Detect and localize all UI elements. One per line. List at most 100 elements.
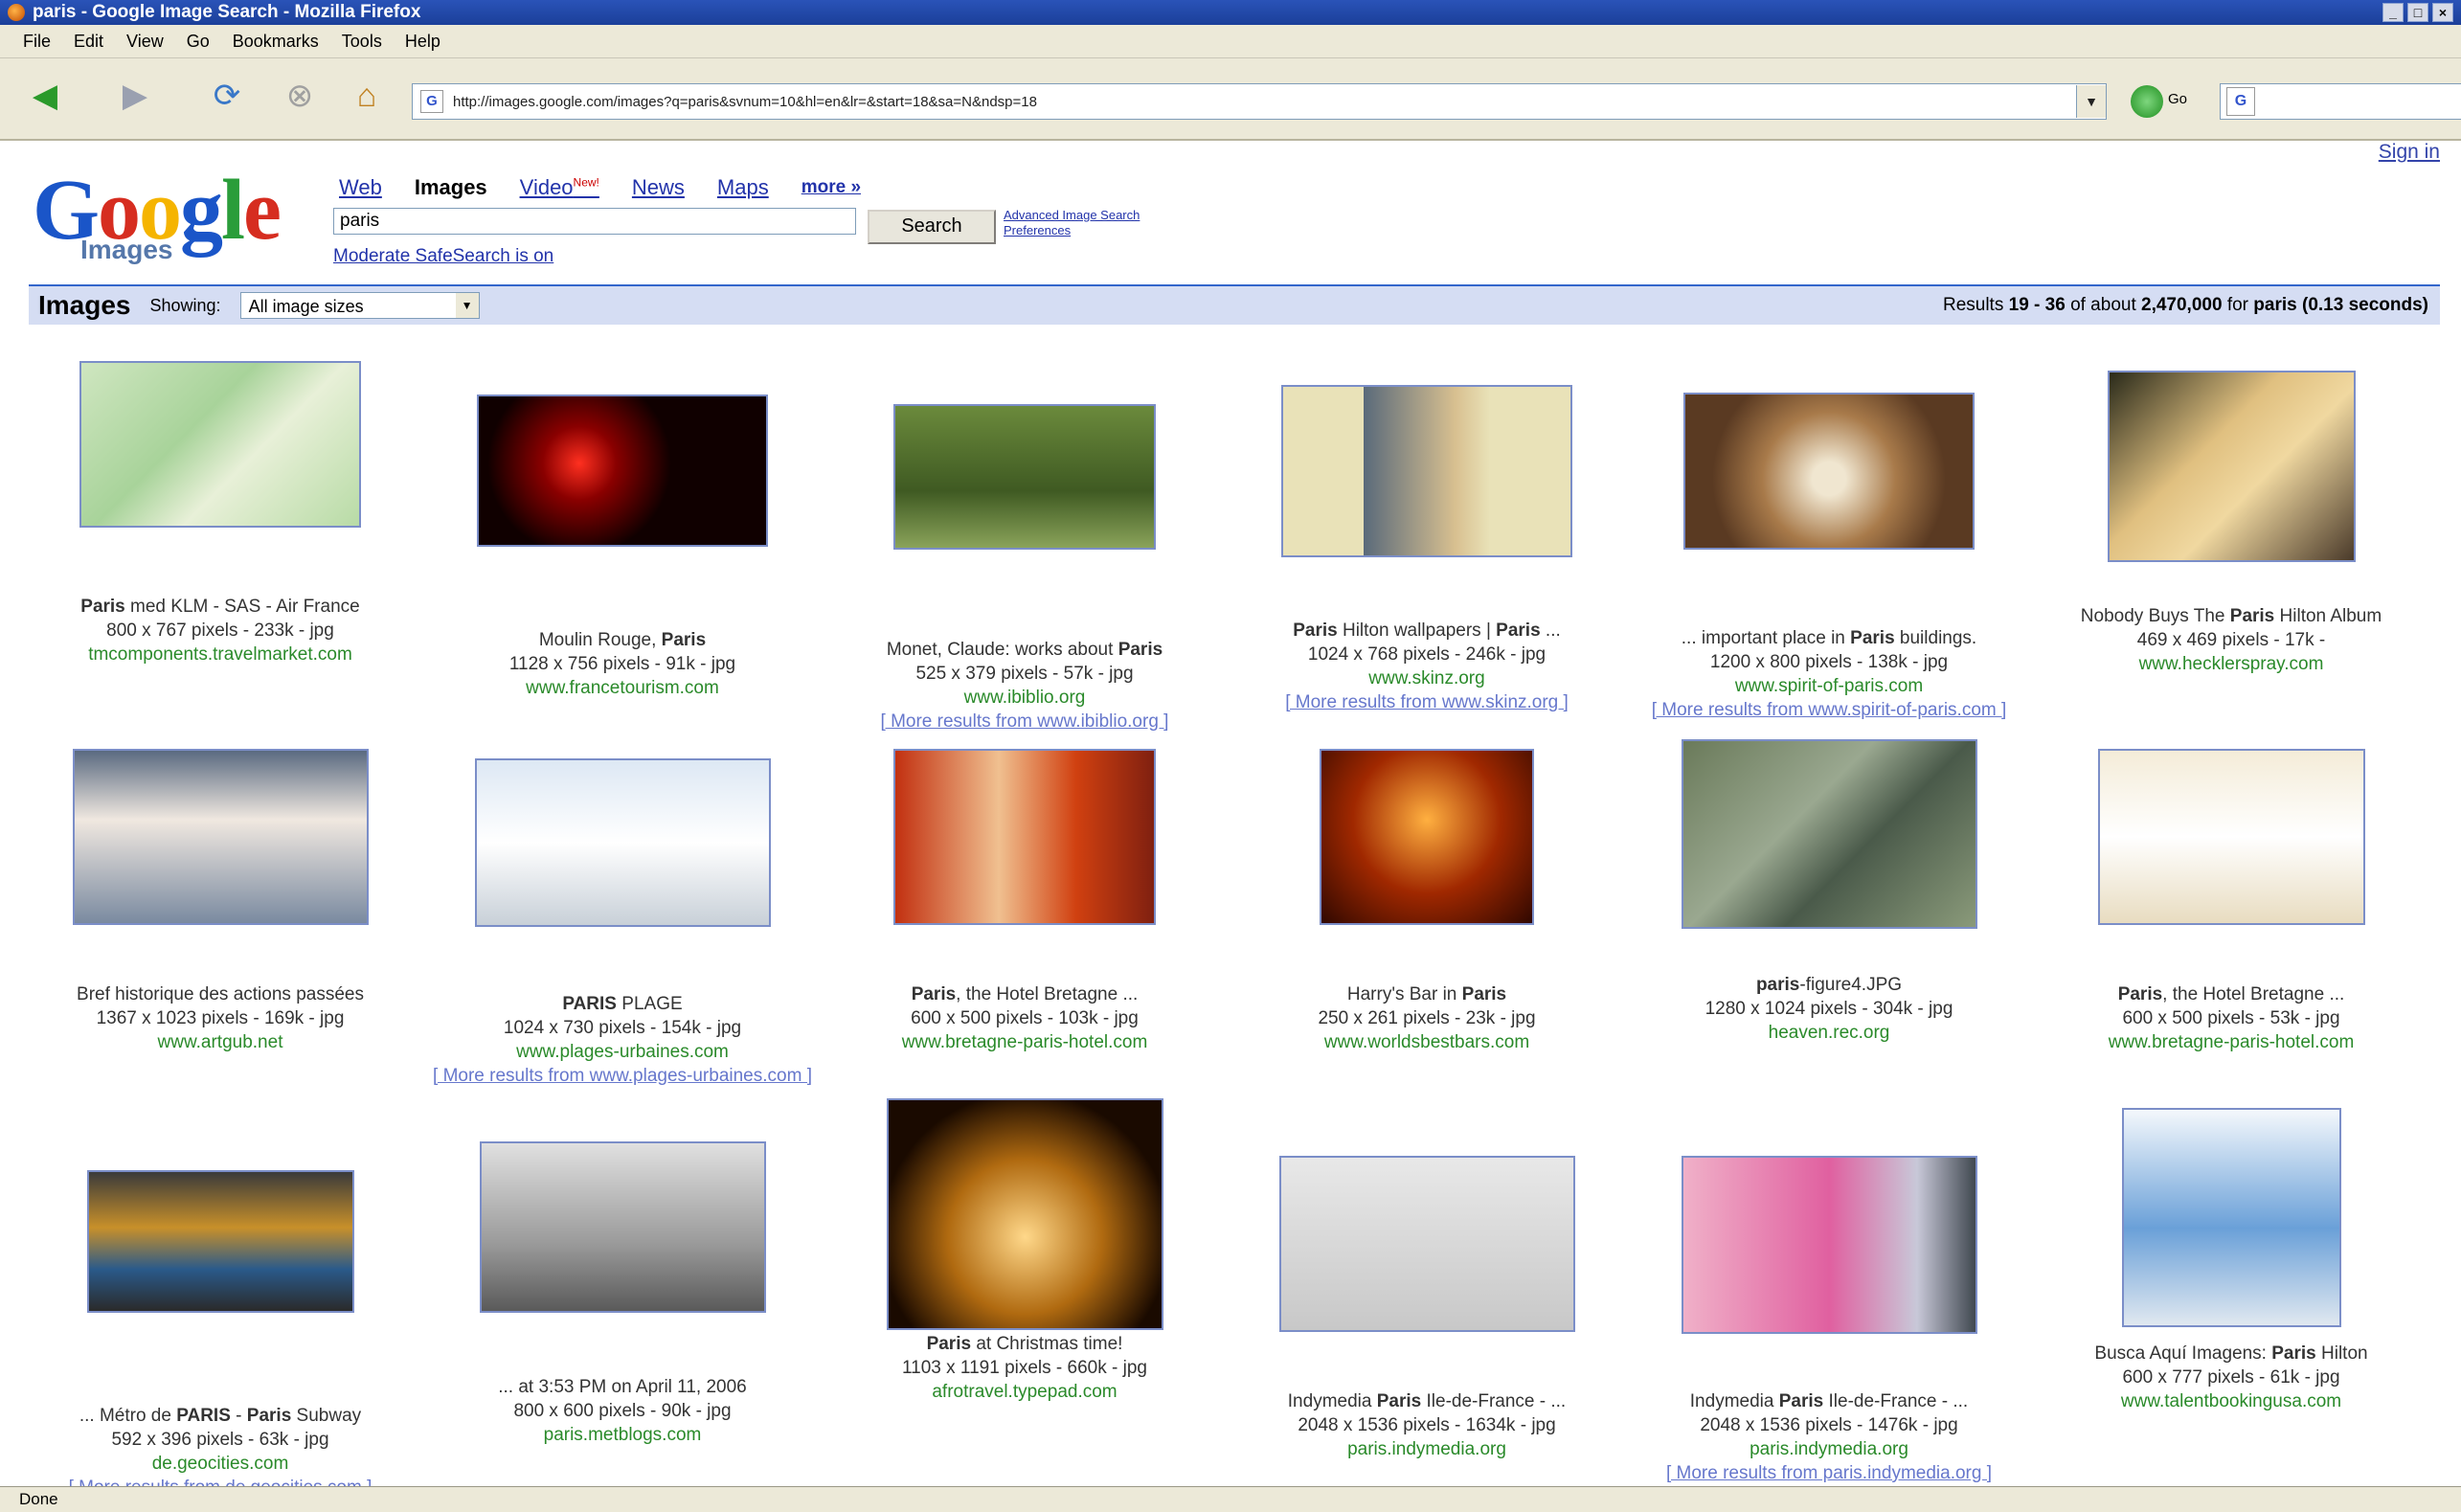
result-thumbnail[interactable] (1278, 1156, 1575, 1332)
image-result: Moulin Rouge, Paris 1128 x 756 pixels - 9… (421, 361, 824, 700)
forward-arrow-icon[interactable]: ▶ (113, 74, 157, 118)
tab-more[interactable]: more » (802, 175, 861, 200)
result-thumbnail[interactable] (477, 395, 768, 547)
browser-search-box[interactable]: G (2220, 83, 2461, 120)
back-arrow-icon[interactable]: ◀ (23, 74, 67, 118)
menu-bookmarks[interactable]: Bookmarks (233, 32, 319, 52)
thumbnail-area (1226, 385, 1628, 615)
result-thumbnail[interactable] (474, 758, 771, 927)
home-icon[interactable]: ⌂ (345, 74, 389, 118)
go-button-icon[interactable] (2131, 85, 2163, 118)
maximize-icon[interactable]: □ (2407, 3, 2428, 22)
safesearch-link[interactable]: Moderate SafeSearch is on (333, 246, 553, 267)
results-for: for (2226, 295, 2249, 315)
search-button[interactable]: Search (868, 210, 996, 244)
result-thumbnail[interactable] (893, 404, 1156, 550)
menu-edit[interactable]: Edit (74, 32, 103, 52)
menu-bar: File Edit View Go Bookmarks Tools Help (0, 25, 2461, 58)
logo-letter: l (221, 163, 245, 258)
result-domain: paris.indymedia.org (1347, 1439, 1506, 1459)
result-thumbnail[interactable] (2097, 749, 2365, 925)
result-thumbnail[interactable] (479, 1141, 766, 1313)
menu-tools[interactable]: Tools (342, 32, 382, 52)
result-thumbnail[interactable] (1320, 749, 1534, 925)
result-thumbnail[interactable] (886, 1098, 1163, 1330)
more-results-link[interactable]: [ More results from www.skinz.org ] (1226, 690, 1628, 714)
url-bar[interactable]: G http://images.google.com/images?q=pari… (412, 83, 2107, 120)
image-result: Indymedia Paris Ile-de-France - ... 2048 … (1226, 1098, 1628, 1461)
results-summary: Results 19 - 36 of about 2,470,000 for p… (1943, 295, 2428, 316)
more-results-link[interactable]: [ More results from www.spirit-of-paris.… (1628, 698, 2030, 722)
tab-web[interactable]: Web (339, 175, 382, 200)
thumbnail-area (19, 749, 421, 979)
image-result: Paris at Christmas time! 1103 x 1191 pixe… (824, 1098, 1226, 1404)
tab-video-label[interactable]: Video (520, 175, 574, 199)
result-caption: Busca Aquí Imagens: Paris Hilton (2094, 1343, 2368, 1364)
google-logo-sub: Images (80, 235, 173, 264)
tab-video-new-badge: New! (573, 175, 599, 190)
result-dimensions: 1103 x 1191 pixels - 660k - jpg (902, 1358, 1147, 1378)
result-domain: www.skinz.org (1368, 668, 1485, 688)
close-icon[interactable]: × (2432, 3, 2453, 22)
result-caption: paris-figure4.JPG (1755, 975, 1903, 995)
thumbnail-area (2030, 371, 2432, 600)
result-caption: Monet, Claude: works about Paris (886, 640, 1163, 660)
more-results-link[interactable]: [ More results from www.plages-urbaines.… (421, 1064, 824, 1088)
results-query: paris (2253, 295, 2297, 315)
image-result: paris-figure4.JPG 1280 x 1024 pixels - 30… (1628, 725, 2030, 1045)
result-caption: Paris med KLM - SAS - Air France (80, 597, 360, 617)
site-favicon-icon: G (420, 90, 443, 113)
result-dimensions: 469 x 469 pixels - 17k - (2136, 630, 2326, 650)
go-label[interactable]: Go (2168, 91, 2187, 107)
result-thumbnail[interactable] (72, 749, 369, 925)
tab-maps[interactable]: Maps (717, 175, 769, 200)
advanced-image-search-link[interactable]: Advanced Image Search (1004, 208, 1140, 223)
window-title: paris - Google Image Search - Mozilla Fi… (33, 2, 421, 22)
thumbnail-area (421, 758, 824, 988)
image-size-select[interactable]: All image sizes ▼ (239, 292, 480, 319)
sign-in-link[interactable]: Sign in (2379, 141, 2440, 164)
result-thumbnail[interactable] (79, 361, 361, 528)
menu-file[interactable]: File (23, 32, 51, 52)
chevron-down-icon[interactable]: ▼ (455, 293, 479, 318)
thumbnail-area (824, 404, 1226, 634)
menu-view[interactable]: View (126, 32, 164, 52)
preferences-link[interactable]: Preferences (1004, 223, 1140, 238)
result-domain: heaven.rec.org (1768, 1023, 1890, 1043)
section-title: Images (38, 290, 131, 320)
search-input[interactable]: paris (333, 208, 856, 235)
result-caption: Nobody Buys The Paris Hilton Album (2080, 606, 2382, 626)
result-thumbnail[interactable] (2107, 371, 2356, 562)
result-thumbnail[interactable] (2121, 1108, 2341, 1327)
google-images-logo[interactable]: Google Images (33, 168, 282, 265)
stop-icon[interactable]: ⊗ (278, 74, 322, 118)
minimize-icon[interactable]: _ (2382, 3, 2404, 22)
menu-go[interactable]: Go (187, 32, 210, 52)
tab-video[interactable]: VideoNew! (520, 175, 599, 200)
result-domain: www.bretagne-paris-hotel.com (901, 1032, 1148, 1052)
result-dimensions: 525 x 379 pixels - 57k - jpg (915, 664, 1134, 684)
reload-icon[interactable]: ⟳ (205, 74, 249, 118)
result-thumbnail[interactable] (1683, 393, 1975, 550)
result-thumbnail[interactable] (893, 749, 1156, 925)
result-dimensions: 800 x 767 pixels - 233k - jpg (106, 621, 334, 641)
firefox-icon (8, 4, 25, 21)
search-engine-icon[interactable]: G (2226, 87, 2255, 116)
more-results-link[interactable]: [ More results from paris.indymedia.org … (1628, 1461, 2030, 1485)
image-result: ... Métro de PARIS - Paris Subway 592 x 3… (19, 1098, 421, 1500)
result-caption: Harry's Bar in Paris (1346, 984, 1507, 1004)
result-thumbnail[interactable] (1681, 739, 1977, 929)
result-caption: Indymedia Paris Ile-de-France - ... (1287, 1391, 1567, 1411)
result-domain: www.ibiblio.org (963, 688, 1086, 708)
url-text[interactable]: http://images.google.com/images?q=paris&… (453, 94, 1037, 110)
logo-letter: g (180, 163, 223, 258)
result-thumbnail[interactable] (1281, 385, 1572, 557)
result-dimensions: 1128 x 756 pixels - 91k - jpg (508, 654, 736, 674)
result-dimensions: 1024 x 768 pixels - 246k - jpg (1307, 644, 1547, 665)
result-dimensions: 600 x 777 pixels - 61k - jpg (2122, 1367, 2340, 1388)
url-dropdown-icon[interactable]: ▼ (2076, 85, 2106, 118)
result-thumbnail[interactable] (86, 1170, 354, 1313)
menu-help[interactable]: Help (405, 32, 440, 52)
result-thumbnail[interactable] (1681, 1156, 1977, 1334)
tab-news[interactable]: News (632, 175, 685, 200)
